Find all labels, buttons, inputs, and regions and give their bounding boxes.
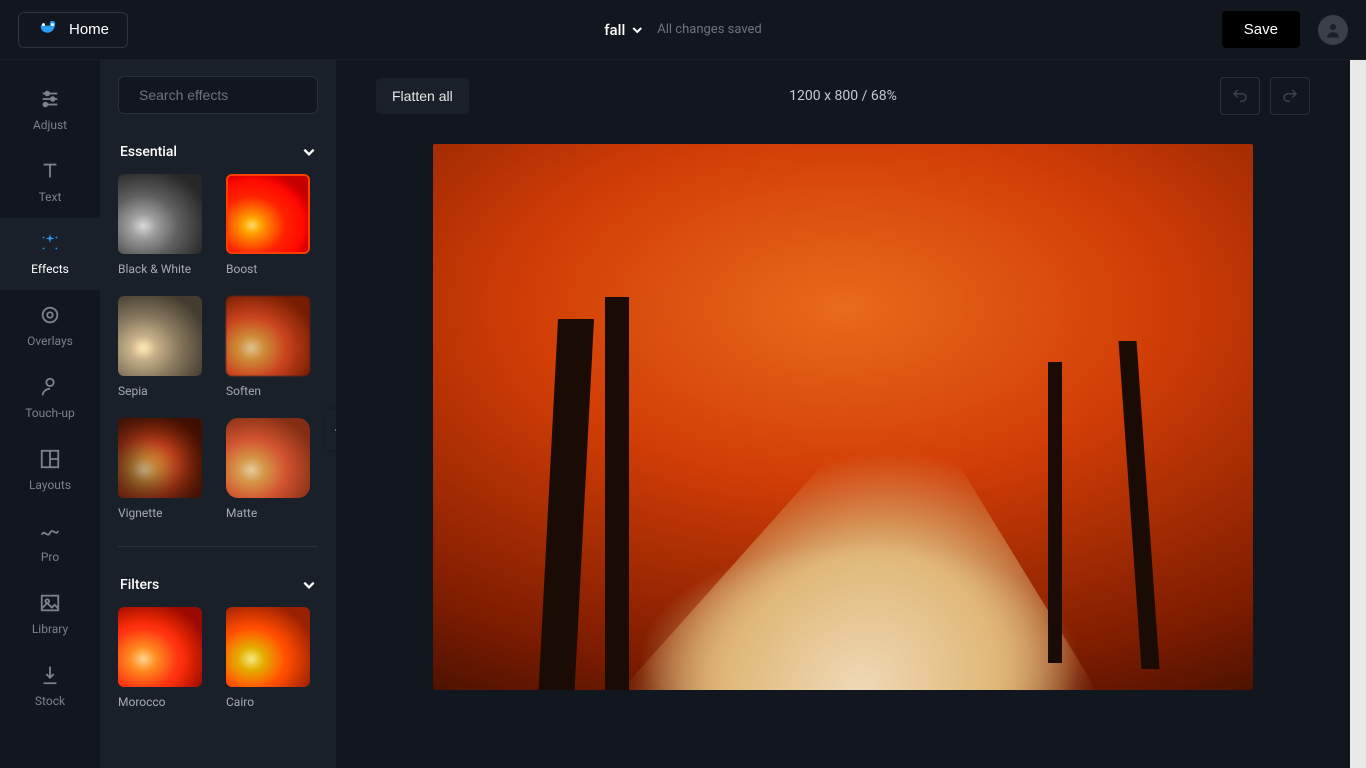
canvas-dims: 1200 x 800 / 68% [789,88,897,104]
section-header-filters[interactable]: Filters [118,571,318,607]
rail-item-touchup[interactable]: Touch-up [0,362,100,434]
rail-label: Stock [35,694,65,708]
project-title: fall [604,21,625,39]
app-header: Home fall All changes saved Save [0,0,1366,60]
rail-item-text[interactable]: Text [0,146,100,218]
canvas-toolbar: Flatten all 1200 x 800 / 68% [376,76,1310,116]
rail-label: Text [39,190,62,204]
rail-label: Adjust [33,118,67,132]
search-input[interactable] [139,87,320,103]
undo-button[interactable] [1220,77,1260,115]
effect-black-white[interactable]: Black & White [118,174,210,276]
avatar-icon [1324,21,1342,39]
rail-item-effects[interactable]: Effects [0,218,100,290]
layout-icon [39,448,61,470]
collapse-panel-button[interactable] [326,410,336,450]
canvas-area: Flatten all 1200 x 800 / 68% [336,60,1350,768]
person-icon [39,376,61,398]
effects-grid-filters: Morocco Cairo [118,607,318,727]
rail-item-pro[interactable]: Pro [0,506,100,578]
search-box[interactable] [118,76,318,114]
effect-vignette[interactable]: Vignette [118,418,210,520]
section-header-essential[interactable]: Essential [118,138,318,174]
save-button[interactable]: Save [1222,11,1300,48]
download-icon [39,664,61,686]
account-avatar[interactable] [1318,15,1348,45]
title-area: fall All changes saved [604,21,762,39]
header-right: Save [1222,11,1348,48]
section-title: Essential [120,144,177,160]
rail-label: Library [32,622,68,636]
rail-label: Touch-up [25,406,75,420]
rail-item-overlays[interactable]: Overlays [0,290,100,362]
rail-label: Pro [41,550,59,564]
sliders-icon [39,88,61,110]
rail-label: Effects [31,262,69,276]
home-button[interactable]: Home [18,12,128,48]
undo-redo-group [1220,77,1310,115]
chevron-down-icon [302,578,316,592]
rail-item-stock[interactable]: Stock [0,650,100,722]
section-divider [118,546,318,547]
chevron-down-icon [302,145,316,159]
effect-soften[interactable]: Soften [226,296,318,398]
chevron-down-icon [631,24,643,36]
flatten-all-button[interactable]: Flatten all [376,78,469,114]
project-title-button[interactable]: fall [604,21,643,39]
effect-label: Sepia [118,384,210,398]
effects-panel: Essential Black & White Boost Sepia Soft… [100,60,336,768]
effect-label: Boost [226,262,318,276]
main-area: Adjust Text Effects Overlays Touch-up La… [0,60,1366,768]
sparkle-icon [39,232,61,254]
undo-icon [1231,87,1249,105]
rail-item-layouts[interactable]: Layouts [0,434,100,506]
effect-matte[interactable]: Matte [226,418,318,520]
ring-icon [39,304,61,326]
home-label: Home [69,21,109,38]
effects-grid-essential: Black & White Boost Sepia Soften Vignett… [118,174,318,538]
frog-logo-icon [37,21,59,39]
rail-label: Layouts [29,478,71,492]
rail-label: Overlays [27,334,73,348]
save-status: All changes saved [657,22,762,37]
effect-sepia[interactable]: Sepia [118,296,210,398]
page-scrollbar[interactable] [1350,60,1366,768]
rail-item-library[interactable]: Library [0,578,100,650]
wave-icon [39,520,61,542]
text-icon [39,160,61,182]
effect-morocco[interactable]: Morocco [118,607,210,709]
canvas-image-wrap [376,144,1310,690]
redo-icon [1281,87,1299,105]
effect-label: Soften [226,384,318,398]
rail-item-adjust[interactable]: Adjust [0,74,100,146]
redo-button[interactable] [1270,77,1310,115]
section-title: Filters [120,577,159,593]
canvas-image[interactable] [433,144,1253,690]
image-icon [39,592,61,614]
tool-rail: Adjust Text Effects Overlays Touch-up La… [0,60,100,768]
effect-cairo[interactable]: Cairo [226,607,318,709]
effect-label: Black & White [118,262,210,276]
effect-label: Cairo [226,695,318,709]
effect-boost[interactable]: Boost [226,174,318,276]
effect-label: Vignette [118,506,210,520]
effect-label: Morocco [118,695,210,709]
effect-label: Matte [226,506,318,520]
